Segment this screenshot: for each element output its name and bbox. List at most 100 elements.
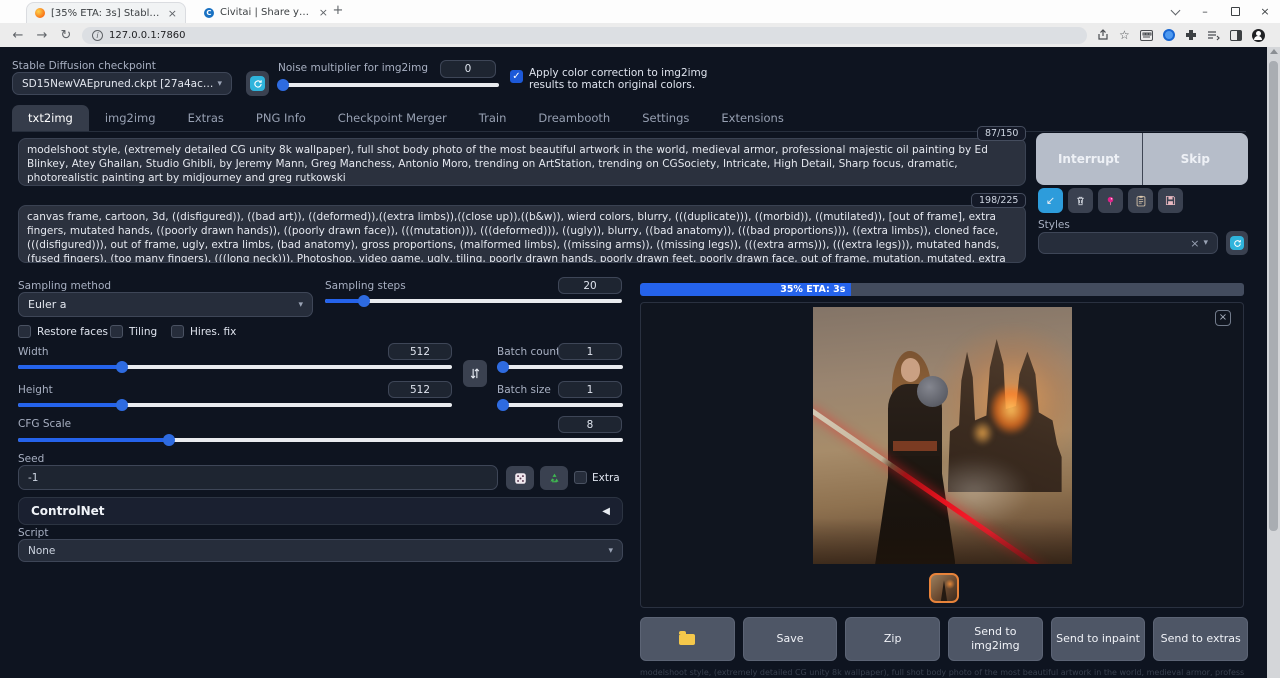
restore-faces-checkbox[interactable] — [18, 325, 31, 338]
browser-tab-stable-diffusion[interactable]: [35% ETA: 3s] Stable Diffusion × — [26, 2, 186, 23]
reading-list-icon[interactable] — [1207, 30, 1220, 41]
tab-txt2img[interactable]: txt2img — [12, 105, 89, 131]
refresh-icon — [250, 76, 265, 91]
close-preview-button[interactable]: × — [1215, 310, 1231, 326]
width-slider[interactable] — [18, 361, 452, 373]
back-button[interactable]: ← — [6, 28, 30, 43]
generated-image-preview[interactable] — [813, 307, 1072, 564]
recycle-icon — [548, 472, 561, 485]
controlnet-accordion[interactable]: ControlNet ◀ — [18, 497, 623, 525]
tab-close-icon[interactable]: × — [319, 6, 328, 19]
checkpoint-dropdown[interactable]: SD15NewVAEpruned.ckpt [27a4ac756c] ▾ — [12, 72, 232, 95]
warrior-pauldron — [917, 376, 948, 407]
send-to-extras-button[interactable]: Send to extras — [1153, 617, 1248, 661]
tab-train[interactable]: Train — [463, 105, 523, 131]
cfg-scale-input[interactable]: 8 — [558, 416, 622, 433]
tab-extensions[interactable]: Extensions — [705, 105, 799, 131]
tab-dreambooth[interactable]: Dreambooth — [522, 105, 626, 131]
sampling-steps-slider[interactable] — [325, 295, 622, 307]
share-icon[interactable] — [1097, 29, 1109, 41]
reload-button[interactable]: ↻ — [54, 28, 78, 43]
extra-networks-button[interactable] — [1098, 188, 1123, 213]
restore-faces-label: Restore faces — [37, 326, 108, 338]
negative-prompt-textarea[interactable]: canvas frame, cartoon, 3d, ((disfigured)… — [18, 205, 1026, 263]
gallery-thumbnail-selected[interactable] — [929, 573, 959, 603]
interrupt-button[interactable]: Interrupt — [1036, 133, 1143, 185]
slider-handle[interactable] — [116, 361, 128, 373]
styles-dropdown[interactable]: × ▾ — [1038, 232, 1218, 254]
paste-generation-params-button[interactable]: ↙ — [1038, 188, 1063, 213]
clear-styles-icon[interactable]: × — [1190, 237, 1199, 250]
color-correction-checkbox[interactable]: ✓ — [510, 70, 523, 83]
slider-handle[interactable] — [116, 399, 128, 411]
cfg-scale-slider[interactable] — [18, 434, 623, 446]
window-close-button[interactable]: × — [1250, 0, 1280, 23]
sampling-method-dropdown[interactable]: Euler a ▾ — [18, 292, 313, 317]
refresh-checkpoints-button[interactable] — [246, 71, 269, 96]
batch-size-input[interactable]: 1 — [558, 381, 622, 398]
bookmark-star-icon[interactable]: ☆ — [1119, 29, 1130, 41]
apply-styles-button[interactable] — [1128, 188, 1153, 213]
window-menu-button[interactable] — [1160, 0, 1190, 23]
batch-size-slider[interactable] — [497, 399, 623, 411]
height-input[interactable]: 512 — [388, 381, 452, 398]
skip-button[interactable]: Skip — [1143, 133, 1249, 185]
extension-badge-icon[interactable] — [1163, 29, 1175, 41]
tab-png-info[interactable]: PNG Info — [240, 105, 322, 131]
height-slider[interactable] — [18, 399, 452, 411]
seed-input[interactable]: -1 — [18, 465, 498, 490]
profile-avatar[interactable] — [1252, 29, 1265, 42]
address-bar[interactable]: i 127.0.0.1:7860 — [82, 27, 1087, 44]
save-style-button[interactable] — [1158, 188, 1183, 213]
zip-button[interactable]: Zip — [845, 617, 940, 661]
tab-close-icon[interactable]: × — [168, 7, 177, 20]
tiling-checkbox[interactable] — [110, 325, 123, 338]
tab-img2img[interactable]: img2img — [89, 105, 172, 131]
tab-settings[interactable]: Settings — [626, 105, 705, 131]
window-maximize-button[interactable] — [1220, 0, 1250, 23]
window-minimize-button[interactable]: – — [1190, 0, 1220, 23]
extra-seed-checkbox[interactable] — [574, 471, 587, 484]
batch-count-input[interactable]: 1 — [558, 343, 622, 360]
width-input[interactable]: 512 — [388, 343, 452, 360]
browser-tab-civitai[interactable]: C Civitai | Share your models × — [196, 2, 336, 23]
scrollbar-thumb[interactable] — [1269, 61, 1278, 531]
slider-handle[interactable] — [497, 399, 509, 411]
slider-handle[interactable] — [163, 434, 175, 446]
clear-prompt-button[interactable] — [1068, 188, 1093, 213]
extensions-puzzle-icon[interactable] — [1185, 29, 1197, 41]
new-tab-button[interactable]: + — [330, 3, 346, 19]
noise-multiplier-input[interactable]: 0 — [440, 60, 496, 78]
batch-count-slider[interactable] — [497, 361, 623, 373]
paste-arrow-icon: ↙ — [1046, 194, 1055, 207]
open-folder-button[interactable] — [640, 617, 735, 661]
styles-label: Styles — [1038, 219, 1070, 231]
slider-handle[interactable] — [497, 361, 509, 373]
castle-fire — [989, 384, 1033, 435]
sampling-steps-input[interactable]: 20 — [558, 277, 622, 294]
slider-handle[interactable] — [358, 295, 370, 307]
media-grid-icon[interactable] — [1140, 30, 1153, 41]
prompt-textarea[interactable]: modelshoot style, (extremely detailed CG… — [18, 138, 1026, 186]
side-panel-icon[interactable] — [1230, 30, 1242, 41]
save-button[interactable]: Save — [743, 617, 838, 661]
tab-extras[interactable]: Extras — [172, 105, 240, 131]
chevron-down-icon: ▾ — [1203, 238, 1208, 248]
page-scrollbar[interactable] — [1267, 47, 1280, 678]
swap-width-height-button[interactable] — [463, 360, 487, 387]
script-dropdown[interactable]: None ▾ — [18, 539, 623, 562]
tab-checkpoint-merger[interactable]: Checkpoint Merger — [322, 105, 463, 131]
scroll-up-arrow[interactable] — [1270, 49, 1278, 54]
forward-button[interactable]: → — [30, 28, 54, 43]
slider-handle[interactable] — [277, 79, 289, 91]
random-seed-button[interactable] — [506, 466, 534, 490]
reuse-seed-button[interactable] — [540, 466, 568, 490]
hires-fix-label: Hires. fix — [190, 326, 236, 338]
browser-menu-icon[interactable]: ⋮ — [1275, 29, 1280, 41]
noise-multiplier-slider[interactable] — [281, 79, 499, 91]
send-to-inpaint-button[interactable]: Send to inpaint — [1051, 617, 1146, 661]
refresh-styles-button[interactable] — [1226, 231, 1248, 255]
send-to-img2img-button[interactable]: Send to img2img — [948, 617, 1043, 661]
site-info-icon[interactable]: i — [92, 30, 103, 41]
hires-fix-checkbox[interactable] — [171, 325, 184, 338]
